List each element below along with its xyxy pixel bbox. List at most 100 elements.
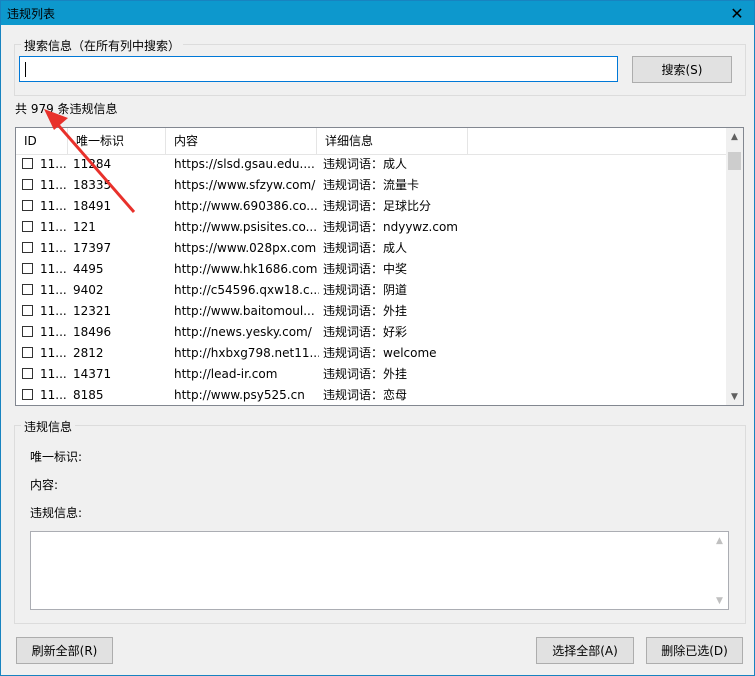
content-label: 内容: — [30, 478, 59, 492]
row-id: 11... — [40, 157, 67, 171]
column-header-content[interactable]: 内容 — [166, 128, 317, 154]
row-uid: 8185 — [73, 388, 104, 402]
row-detail: 违规词语：好彩 — [323, 325, 408, 339]
row-uid: 12321 — [73, 304, 112, 318]
row-content: https://slsd.gsau.edu.... — [174, 157, 315, 171]
row-id: 11... — [40, 283, 67, 297]
row-content: http://www.psisites.co... — [174, 220, 318, 234]
row-detail: 违规词语：中奖 — [323, 262, 408, 276]
table-row[interactable]: 11... 121 http://www.psisites.co... 违规词语：nd… — [16, 217, 728, 238]
row-detail: 违规词语：恋母 — [323, 388, 408, 402]
row-detail: 违规词语：成人 — [323, 241, 408, 255]
violation-list-window: 违规列表 ✕ 搜索信息（在所有列中搜索） 搜索(S) 共 979 条违规信息 I… — [0, 0, 755, 676]
row-checkbox[interactable] — [22, 368, 33, 379]
row-content: http://hxbxg798.net11... — [174, 346, 319, 360]
row-checkbox[interactable] — [22, 347, 33, 358]
row-uid: 4495 — [73, 262, 104, 276]
text-caret — [25, 62, 26, 77]
table-row[interactable]: 11... 4495 http://www.hk1686.com 违规词语：中奖 — [16, 259, 728, 280]
window-title: 违规列表 — [7, 7, 56, 21]
row-checkbox[interactable] — [22, 326, 33, 337]
row-id: 11... — [40, 346, 67, 360]
row-checkbox[interactable] — [22, 179, 33, 190]
row-uid: 14371 — [73, 367, 112, 381]
row-content: http://www.690386.co... — [174, 199, 318, 213]
scroll-up-icon[interactable]: ▲ — [726, 128, 743, 145]
row-checkbox[interactable] — [22, 221, 33, 232]
table-row[interactable]: 11... 14371 http://lead-ir.com 违规词语：外挂 — [16, 364, 728, 385]
violation-table[interactable]: ID 唯一标识 内容 详细信息 11... 11284 https://slsd.g… — [15, 127, 744, 406]
row-detail: 违规词语：足球比分 — [323, 199, 432, 213]
row-id: 11... — [40, 262, 67, 276]
row-detail: 违规词语：ndyywz.com — [323, 220, 458, 234]
delete-selected-button[interactable]: 删除已选(D) — [646, 637, 743, 664]
table-scrollbar[interactable]: ▲ ▼ — [726, 128, 743, 405]
column-header-uid[interactable]: 唯一标识 — [68, 128, 166, 154]
table-row[interactable]: 11... 18496 http://news.yesky.com/违规词语：好彩 — [16, 322, 728, 343]
row-content: https://www.sfzyw.com/ — [174, 178, 316, 192]
search-button[interactable]: 搜索(S) — [632, 56, 732, 83]
row-checkbox[interactable] — [22, 389, 33, 400]
row-checkbox[interactable] — [22, 158, 33, 169]
table-row[interactable]: 11... 17397 https://www.028px.com 违规词语：成人 — [16, 238, 728, 259]
table-row[interactable]: 11... 11284 https://slsd.gsau.edu.... 违规词语：… — [16, 154, 728, 175]
scroll-up-icon[interactable]: ▲ — [711, 532, 728, 549]
row-content: http://www.psy525.cn — [174, 388, 305, 402]
row-detail: 违规词语：welcome — [323, 346, 437, 360]
row-content: http://news.yesky.com/ — [174, 325, 312, 339]
search-input[interactable] — [19, 56, 618, 82]
row-detail: 违规词语：阴道 — [323, 283, 408, 297]
row-checkbox[interactable] — [22, 242, 33, 253]
violation-info-label: 违规信息: — [30, 506, 83, 520]
row-content: http://c54596.qxw18.c... — [174, 283, 319, 297]
row-id: 11... — [40, 367, 67, 381]
row-checkbox[interactable] — [22, 200, 33, 211]
row-uid: 11284 — [73, 157, 112, 171]
scroll-down-icon[interactable]: ▼ — [726, 388, 743, 405]
table-rows: 11... 11284 https://slsd.gsau.edu.... 违规词语：… — [16, 154, 728, 405]
row-uid: 18496 — [73, 325, 112, 339]
row-uid: 9402 — [73, 283, 104, 297]
row-detail: 违规词语：流量卡 — [323, 178, 420, 192]
detail-group-label: 违规信息 — [21, 418, 76, 435]
row-id: 11... — [40, 199, 67, 213]
uid-label: 唯一标识: — [30, 450, 83, 464]
refresh-all-button[interactable]: 刷新全部(R) — [16, 637, 113, 664]
table-row[interactable]: 11... 9402 http://c54596.qxw18.c... 违规词语：阴道 — [16, 280, 728, 301]
table-row[interactable]: 11... 18491 http://www.690386.co... 违规词语：足球… — [16, 196, 728, 217]
row-uid: 17397 — [73, 241, 112, 255]
table-row[interactable]: 11... 18335 https://www.sfzyw.com/违规词语：流量卡 — [16, 175, 728, 196]
table-row[interactable]: 11... 2812 http://hxbxg798.net11... 违规词语：we… — [16, 343, 728, 364]
row-uid: 18335 — [73, 178, 112, 192]
row-id: 11... — [40, 304, 67, 318]
row-checkbox[interactable] — [22, 305, 33, 316]
row-content: http://lead-ir.com — [174, 367, 278, 381]
title-bar: 违规列表 ✕ — [1, 1, 754, 25]
row-content: http://www.hk1686.com — [174, 262, 318, 276]
select-all-button[interactable]: 选择全部(A) — [536, 637, 634, 664]
row-checkbox[interactable] — [22, 284, 33, 295]
row-uid: 121 — [73, 220, 96, 234]
column-header-detail[interactable]: 详细信息 — [317, 128, 468, 154]
scroll-down-icon[interactable]: ▼ — [711, 592, 728, 609]
column-header-id[interactable]: ID — [16, 128, 68, 154]
scroll-thumb[interactable] — [728, 152, 741, 170]
textarea-scrollbar[interactable]: ▲ ▼ — [711, 532, 728, 609]
row-checkbox[interactable] — [22, 263, 33, 274]
table-row[interactable]: 11... 12321 http://www.baitomoul... 违规词语：外挂 — [16, 301, 728, 322]
row-detail: 违规词语：外挂 — [323, 304, 408, 318]
row-uid: 2812 — [73, 346, 104, 360]
search-group-label: 搜索信息（在所有列中搜索） — [21, 37, 184, 54]
table-header: ID 唯一标识 内容 详细信息 — [16, 128, 728, 155]
row-id: 11... — [40, 220, 67, 234]
row-content: http://www.baitomoul... — [174, 304, 315, 318]
violation-count: 共 979 条违规信息 — [15, 102, 118, 116]
close-icon[interactable]: ✕ — [720, 1, 754, 25]
table-row[interactable]: 11... 8185 http://www.psy525.cn 违规词语：恋母 — [16, 385, 728, 405]
row-uid: 18491 — [73, 199, 112, 213]
row-id: 11... — [40, 388, 67, 402]
row-content: https://www.028px.com — [174, 241, 317, 255]
violation-info-textarea[interactable]: ▲ ▼ — [30, 531, 729, 610]
row-detail: 违规词语：外挂 — [323, 367, 408, 381]
row-id: 11... — [40, 325, 67, 339]
